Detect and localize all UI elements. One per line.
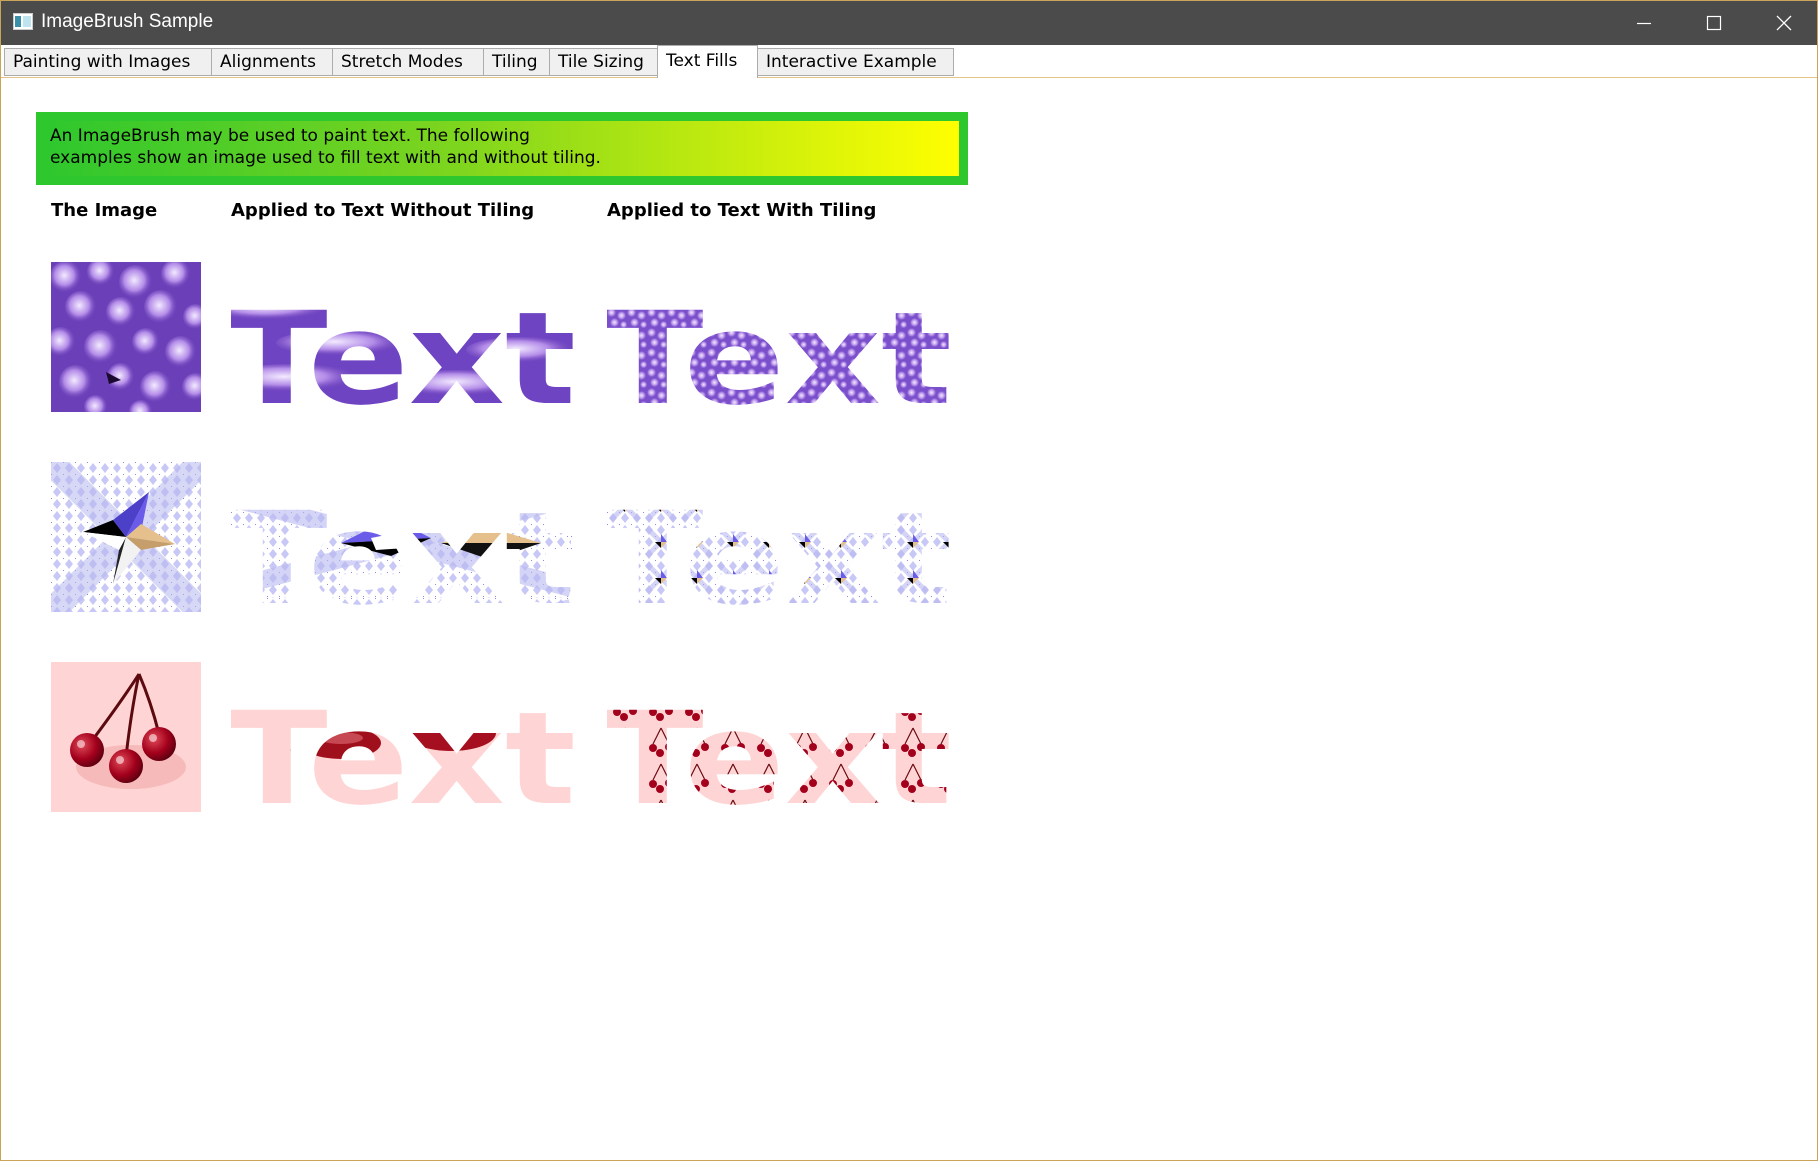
sample-word: Text: [231, 488, 576, 618]
sample-word: Text: [607, 688, 952, 818]
app-icon: [13, 13, 33, 30]
tab-stretch-modes[interactable]: Stretch Modes: [332, 48, 484, 76]
description-banner: An ImageBrush may be used to paint text.…: [36, 112, 968, 185]
header-without-tiling: Applied to Text Without Tiling: [231, 200, 535, 221]
tab-interactive-example[interactable]: Interactive Example: [757, 48, 954, 76]
maximize-icon: [1706, 15, 1722, 31]
window-title: ImageBrush Sample: [41, 11, 214, 32]
tab-alignments[interactable]: Alignments: [211, 48, 333, 76]
sample-word: Text: [607, 288, 952, 418]
tab-content-panel: An ImageBrush may be used to paint text.…: [1, 77, 1817, 1161]
text-fill-star-tiled: Text: [607, 488, 952, 618]
sample-word: Text: [231, 688, 576, 818]
star-pattern-image: [51, 462, 201, 612]
purple-bubbles-image: [51, 262, 201, 412]
tab-text-fills[interactable]: Text Fills: [657, 45, 758, 78]
text-fill-star-stretched: Text: [231, 488, 576, 618]
close-icon: [1776, 15, 1792, 31]
description-text: An ImageBrush may be used to paint text.…: [50, 126, 601, 168]
maximize-button[interactable]: [1679, 1, 1749, 45]
tab-painting-with-images[interactable]: Painting with Images: [4, 48, 212, 76]
text-fill-purple-tiled: Text: [607, 288, 952, 418]
sample-word: Text: [607, 488, 952, 618]
tab-tile-sizing[interactable]: Tile Sizing: [549, 48, 658, 76]
text-fill-cherries-stretched: Text: [231, 688, 576, 818]
close-button[interactable]: [1749, 1, 1818, 45]
text-fill-cherries-tiled: Text: [607, 688, 952, 818]
header-with-tiling: Applied to Text With Tiling: [607, 200, 877, 221]
cherries-image: [51, 662, 201, 812]
text-fill-purple-stretched: Text: [231, 288, 576, 418]
title-bar[interactable]: ImageBrush Sample: [1, 1, 1817, 45]
tab-tiling[interactable]: Tiling: [483, 48, 550, 76]
header-the-image: The Image: [51, 200, 158, 221]
minimize-button[interactable]: [1609, 1, 1679, 45]
app-window: ImageBrush Sample Painting with Images A…: [0, 0, 1818, 1161]
sample-word: Text: [231, 288, 576, 418]
minimize-icon: [1637, 22, 1651, 25]
